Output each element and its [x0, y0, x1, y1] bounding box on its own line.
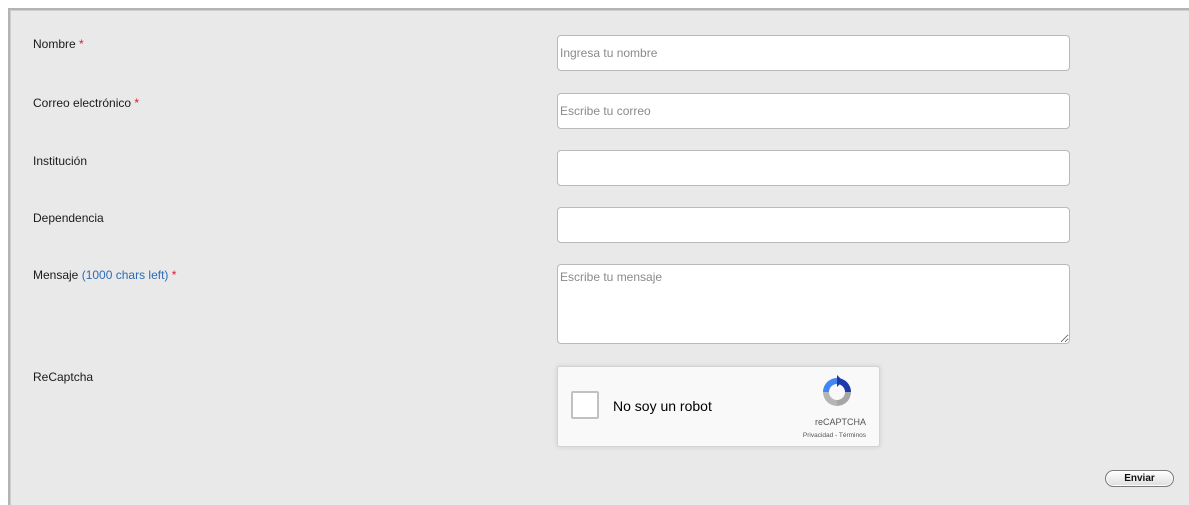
department-label-text: Dependencia — [33, 211, 104, 225]
institution-label-text: Institución — [33, 154, 88, 168]
recaptcha-logo-icon — [823, 375, 851, 406]
message-chars-left: (1000 chars left) — [81, 268, 169, 282]
recaptcha-checkbox[interactable] — [571, 391, 599, 419]
recaptcha-label-text: ReCaptcha — [33, 370, 94, 384]
recaptcha-label: ReCaptcha — [33, 370, 93, 384]
department-label: Dependencia — [33, 211, 104, 225]
message-label-text: Mensaje — [33, 268, 79, 282]
name-required-marker: * — [79, 37, 84, 51]
department-input[interactable] — [557, 207, 1070, 243]
name-label: Nombre * — [33, 37, 84, 51]
recaptcha-widget: No soy un robot reCAPTCHA Privacidad - T… — [557, 366, 880, 447]
recaptcha-checkbox-label: No soy un robot — [613, 398, 712, 414]
name-label-text: Nombre — [33, 37, 76, 51]
recaptcha-brand: reCAPTCHA — [814, 417, 866, 427]
submit-button[interactable]: Enviar — [1105, 470, 1174, 487]
institution-input[interactable] — [557, 150, 1070, 186]
email-label: Correo electrónico * — [33, 96, 139, 110]
email-input[interactable] — [557, 93, 1070, 129]
email-required-marker: * — [134, 96, 140, 110]
message-label: Mensaje (1000 chars left) * — [33, 268, 176, 282]
recaptcha-links[interactable]: Privacidad - Términos — [758, 432, 866, 439]
institution-label: Institución — [33, 154, 87, 168]
message-textarea[interactable] — [557, 264, 1070, 344]
message-required-marker: * — [171, 268, 177, 282]
email-label-text: Correo electrónico — [33, 96, 132, 110]
name-input[interactable] — [557, 35, 1070, 71]
